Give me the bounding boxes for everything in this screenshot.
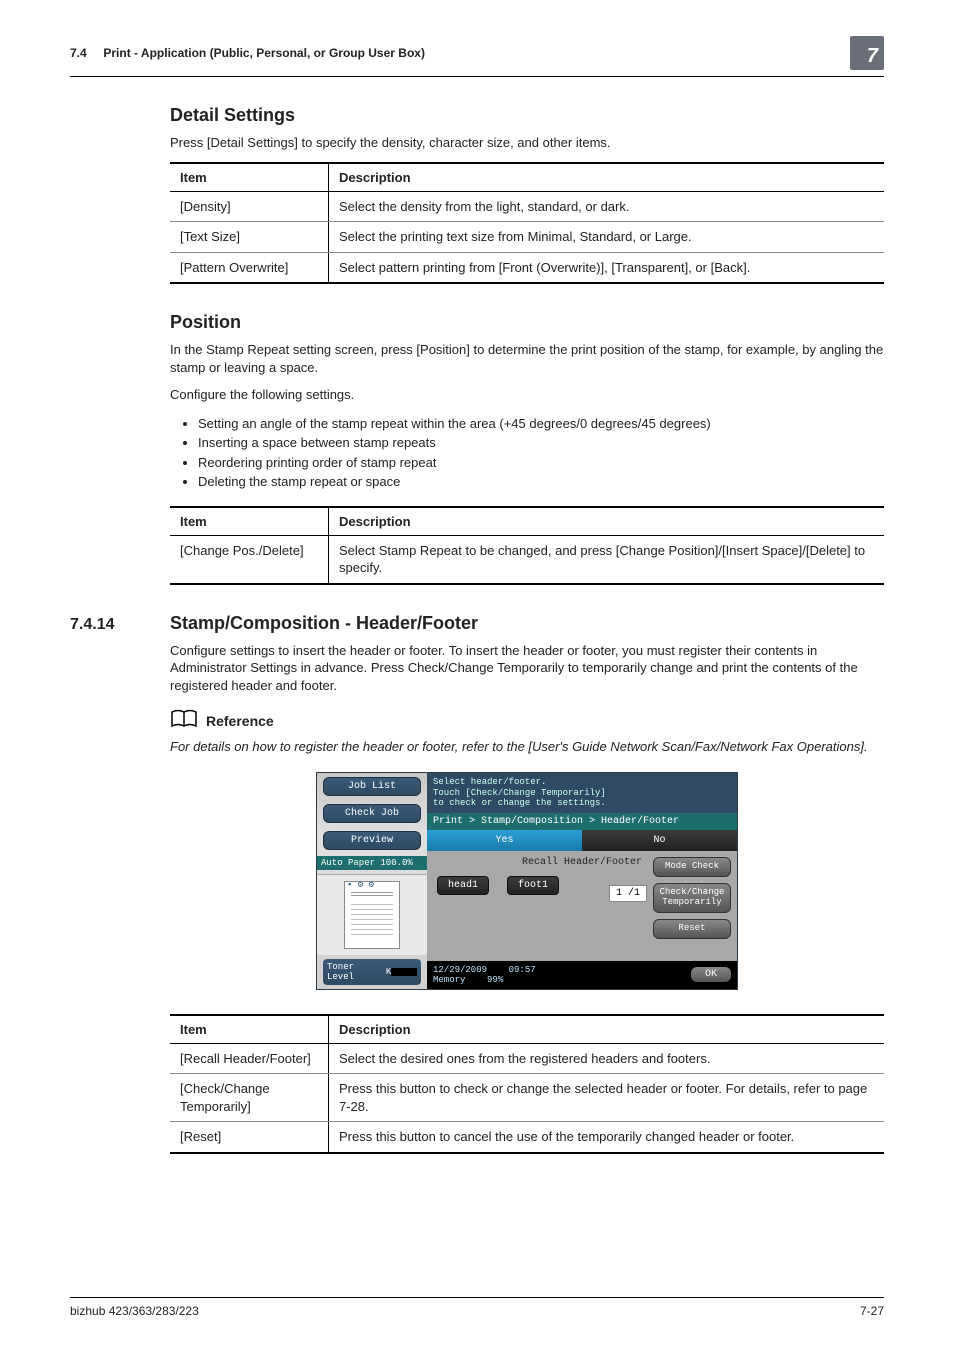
tab-check-job[interactable]: Check Job <box>323 804 421 823</box>
cell-desc: Select the printing text size from Minim… <box>329 222 885 253</box>
device-panel-figure: Job List Check Job Preview Auto Paper 10… <box>170 772 884 990</box>
detail-settings-table: Item Description [Density] Select the de… <box>170 162 884 285</box>
status-bar: 12/29/2009 09:57 Memory 99% OK <box>427 961 737 989</box>
msg-line: to check or change the settings. <box>433 798 731 809</box>
status-date: 12/29/2009 <box>433 965 487 975</box>
table-row: [Reset] Press this button to cancel the … <box>170 1122 884 1153</box>
tab-preview[interactable]: Preview <box>323 831 421 850</box>
book-icon <box>170 709 198 734</box>
table-row: [Change Pos./Delete] Select Stamp Repeat… <box>170 535 884 584</box>
pager: 1 /1 <box>609 885 647 902</box>
cell-desc: Select pattern printing from [Front (Ove… <box>329 252 885 283</box>
list-item: Setting an angle of the stamp repeat wit… <box>198 414 884 434</box>
table-header-desc: Description <box>329 1015 885 1044</box>
position-bullets: Setting an angle of the stamp repeat wit… <box>170 414 884 492</box>
msg-line: Touch [Check/Change Temporarily] <box>433 788 731 799</box>
table-header-desc: Description <box>329 163 885 192</box>
cell-item: [Density] <box>170 191 329 222</box>
position-table: Item Description [Change Pos./Delete] Se… <box>170 506 884 585</box>
heading-title: Stamp/Composition - Header/Footer <box>170 613 478 634</box>
check-change-button[interactable]: Check/Change Temporarily <box>653 883 731 913</box>
cell-desc: Press this button to cancel the use of t… <box>329 1122 885 1153</box>
table-row: [Text Size] Select the printing text siz… <box>170 222 884 253</box>
preview-thumbnail: ▪ ⚙ ⚙ <box>317 874 427 955</box>
position-configure: Configure the following settings. <box>170 386 884 404</box>
table-header-desc: Description <box>329 507 885 536</box>
chip-head1[interactable]: head1 <box>437 876 489 895</box>
auto-paper-label: Auto Paper 100.0% <box>317 856 427 870</box>
msg-line: Select header/footer. <box>433 777 731 788</box>
page-footer: bizhub 423/363/283/223 7-27 <box>70 1297 884 1318</box>
heading-number: 7.4.14 <box>70 616 144 634</box>
recall-area: Recall Header/Footer head1 foot1 1 /1 Mo… <box>427 851 737 961</box>
ok-button[interactable]: OK <box>691 967 731 982</box>
toner-level: Toner Level K <box>323 959 421 985</box>
table-header-item: Item <box>170 1015 329 1044</box>
guidance-message: Select header/footer. Touch [Check/Chang… <box>427 773 737 813</box>
running-header: 7.4 Print - Application (Public, Persona… <box>70 36 884 77</box>
footer-model: bizhub 423/363/283/223 <box>70 1304 199 1318</box>
header-footer-table: Item Description [Recall Header/Footer] … <box>170 1014 884 1154</box>
header-footer-intro: Configure settings to insert the header … <box>170 642 884 695</box>
yes-no-toggle: Yes No <box>427 830 737 851</box>
cell-item: [Check/Change Temporarily] <box>170 1074 329 1122</box>
cell-item: [Recall Header/Footer] <box>170 1043 329 1074</box>
reference-label: Reference <box>206 713 274 729</box>
section-number: 7.4 <box>70 46 87 60</box>
table-row: [Check/Change Temporarily] Press this bu… <box>170 1074 884 1122</box>
reset-button[interactable]: Reset <box>653 919 731 939</box>
chip-foot1[interactable]: foot1 <box>507 876 559 895</box>
table-row: [Density] Select the density from the li… <box>170 191 884 222</box>
no-button[interactable]: No <box>582 830 737 851</box>
table-row: [Pattern Overwrite] Select pattern print… <box>170 252 884 283</box>
table-header-item: Item <box>170 507 329 536</box>
list-item: Deleting the stamp repeat or space <box>198 472 884 492</box>
status-memory-value: 99% <box>487 975 503 985</box>
panel-sidebar: Job List Check Job Preview Auto Paper 10… <box>317 773 427 989</box>
yes-button[interactable]: Yes <box>427 830 582 851</box>
list-item: Inserting a space between stamp repeats <box>198 433 884 453</box>
device-panel: Job List Check Job Preview Auto Paper 10… <box>316 772 738 990</box>
mode-check-button[interactable]: Mode Check <box>653 857 731 877</box>
table-header-item: Item <box>170 163 329 192</box>
cell-item: [Text Size] <box>170 222 329 253</box>
position-heading: Position <box>170 312 884 333</box>
toner-label: Toner Level <box>327 962 386 982</box>
detail-settings-heading: Detail Settings <box>170 105 884 126</box>
list-item: Reordering printing order of stamp repea… <box>198 453 884 473</box>
cell-item: [Pattern Overwrite] <box>170 252 329 283</box>
reference-row: Reference <box>170 709 884 734</box>
status-time: 09:57 <box>509 965 536 975</box>
cell-desc: Select Stamp Repeat to be changed, and p… <box>329 535 885 584</box>
reference-text: For details on how to register the heade… <box>170 738 884 756</box>
section-title: Print - Application (Public, Personal, o… <box>103 46 425 60</box>
chapter-badge: 7 <box>850 36 884 70</box>
cell-desc: Select the desired ones from the registe… <box>329 1043 885 1074</box>
footer-page: 7-27 <box>860 1304 884 1318</box>
cell-item: [Reset] <box>170 1122 329 1153</box>
numbered-heading: 7.4.14 Stamp/Composition - Header/Footer <box>170 613 884 634</box>
cell-item: [Change Pos./Delete] <box>170 535 329 584</box>
table-row: [Recall Header/Footer] Select the desire… <box>170 1043 884 1074</box>
status-memory-label: Memory <box>433 975 465 985</box>
tab-job-list[interactable]: Job List <box>323 777 421 796</box>
breadcrumb: Print > Stamp/Composition > Header/Foote… <box>427 813 737 830</box>
cell-desc: Select the density from the light, stand… <box>329 191 885 222</box>
toner-bar-icon <box>391 968 417 976</box>
panel-main: Select header/footer. Touch [Check/Chang… <box>427 773 737 989</box>
position-intro: In the Stamp Repeat setting screen, pres… <box>170 341 884 376</box>
detail-settings-intro: Press [Detail Settings] to specify the d… <box>170 134 884 152</box>
cell-desc: Press this button to check or change the… <box>329 1074 885 1122</box>
